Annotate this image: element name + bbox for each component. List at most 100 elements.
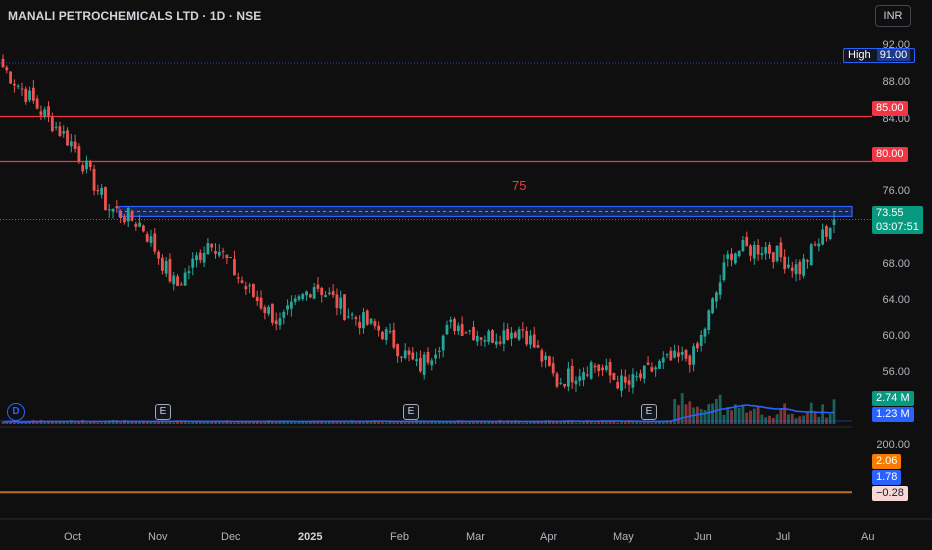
candle-body: [164, 260, 168, 274]
level-85-tag: 85.00: [872, 101, 908, 116]
candle-body: [726, 254, 730, 259]
candle-body: [274, 320, 278, 325]
candle-body: [749, 245, 752, 256]
candle-body: [346, 316, 350, 318]
earnings-badge[interactable]: E: [403, 404, 419, 420]
candle-body: [714, 292, 718, 302]
volume-ma-tag: 1.23 M: [872, 407, 914, 422]
candle-body: [483, 339, 487, 342]
candle-body: [119, 211, 123, 218]
candle-body: [658, 360, 661, 369]
candle-body: [244, 286, 248, 290]
volume-bar: [623, 421, 627, 424]
volume-bar: [392, 422, 396, 424]
candle-body: [589, 362, 593, 379]
volume-bar: [324, 422, 327, 424]
candle-body: [50, 117, 54, 132]
volume-bar: [529, 422, 532, 424]
candle-body: [69, 141, 73, 147]
level-80-tag: 80.00: [872, 147, 908, 162]
candle-body: [377, 325, 381, 331]
candle-body: [308, 294, 312, 298]
candle-body: [453, 318, 456, 332]
candle-body: [825, 226, 828, 237]
volume-bar: [214, 421, 217, 424]
candle-body: [506, 328, 510, 341]
candle-body: [593, 365, 597, 368]
candle-body: [415, 359, 419, 362]
time-label: 2025: [298, 531, 323, 543]
volume-bar: [377, 421, 381, 424]
high-value: 91.00: [876, 49, 911, 61]
candle-body: [12, 83, 16, 86]
candle-body: [422, 354, 426, 375]
candle-body: [141, 225, 145, 232]
candle-body: [620, 375, 623, 391]
candle-body: [692, 346, 696, 365]
volume-bar: [578, 422, 582, 424]
candle-body: [381, 331, 384, 340]
volume-bar: [593, 422, 597, 424]
volume-bar: [73, 422, 77, 424]
candle-body: [737, 250, 741, 257]
candle-body: [468, 330, 472, 332]
candle-body: [255, 296, 259, 302]
candle-body: [555, 373, 559, 387]
volume-bar: [384, 422, 388, 424]
candle-body: [100, 187, 104, 195]
candle-body: [369, 318, 373, 324]
candle-body: [733, 253, 737, 264]
osc-neg-value: −0.28: [872, 486, 908, 501]
volume-bar: [832, 399, 836, 424]
candle-body: [96, 190, 100, 192]
candle-body: [411, 352, 415, 360]
candle-body: [217, 251, 221, 256]
candle-body: [479, 337, 483, 340]
candle-body: [418, 357, 422, 372]
candle-body: [756, 244, 760, 255]
candle-body: [574, 380, 578, 385]
last-price-tag: 73.55 03:07:51: [872, 206, 923, 234]
candle-body: [263, 307, 267, 313]
candle-body: [460, 323, 464, 336]
candle-body: [388, 331, 392, 333]
volume-bar: [813, 411, 817, 424]
time-label: Feb: [390, 531, 409, 543]
candle-body: [475, 335, 479, 342]
candle-body: [680, 351, 684, 355]
candle-body: [570, 366, 574, 383]
candle-body: [521, 329, 525, 331]
candle-body: [191, 258, 195, 268]
earnings-badge[interactable]: E: [641, 404, 657, 420]
candle-body: [172, 275, 176, 285]
candle-body: [400, 356, 403, 358]
candle-body: [616, 381, 620, 389]
candle-body: [54, 126, 58, 128]
candle-body: [544, 355, 548, 360]
candle-body: [578, 376, 582, 381]
candle-body: [597, 364, 601, 372]
volume-bar: [172, 422, 176, 424]
earnings-badge[interactable]: E: [155, 404, 171, 420]
osc-orange-value: 2.06: [872, 454, 902, 469]
candle-body: [639, 373, 642, 379]
osc-blue-value: 1.78: [872, 470, 902, 485]
volume-bar: [396, 422, 400, 424]
candle-body: [282, 311, 286, 318]
candle-body: [582, 372, 585, 380]
dividend-badge[interactable]: D: [7, 403, 25, 421]
candle-body: [138, 222, 142, 227]
last-price-value: 73.55: [876, 207, 904, 219]
volume-bar: [802, 415, 806, 424]
candle-body: [88, 160, 92, 167]
candle-body: [517, 329, 521, 340]
price-chart[interactable]: [0, 0, 932, 550]
candle-body: [631, 374, 635, 388]
candle-body: [760, 253, 764, 256]
volume-bar: [639, 422, 642, 424]
volume-bar: [43, 422, 47, 424]
volume-bar: [100, 422, 104, 424]
candle-body: [339, 297, 343, 309]
candle-body: [145, 234, 149, 242]
time-label: Au: [861, 531, 875, 543]
